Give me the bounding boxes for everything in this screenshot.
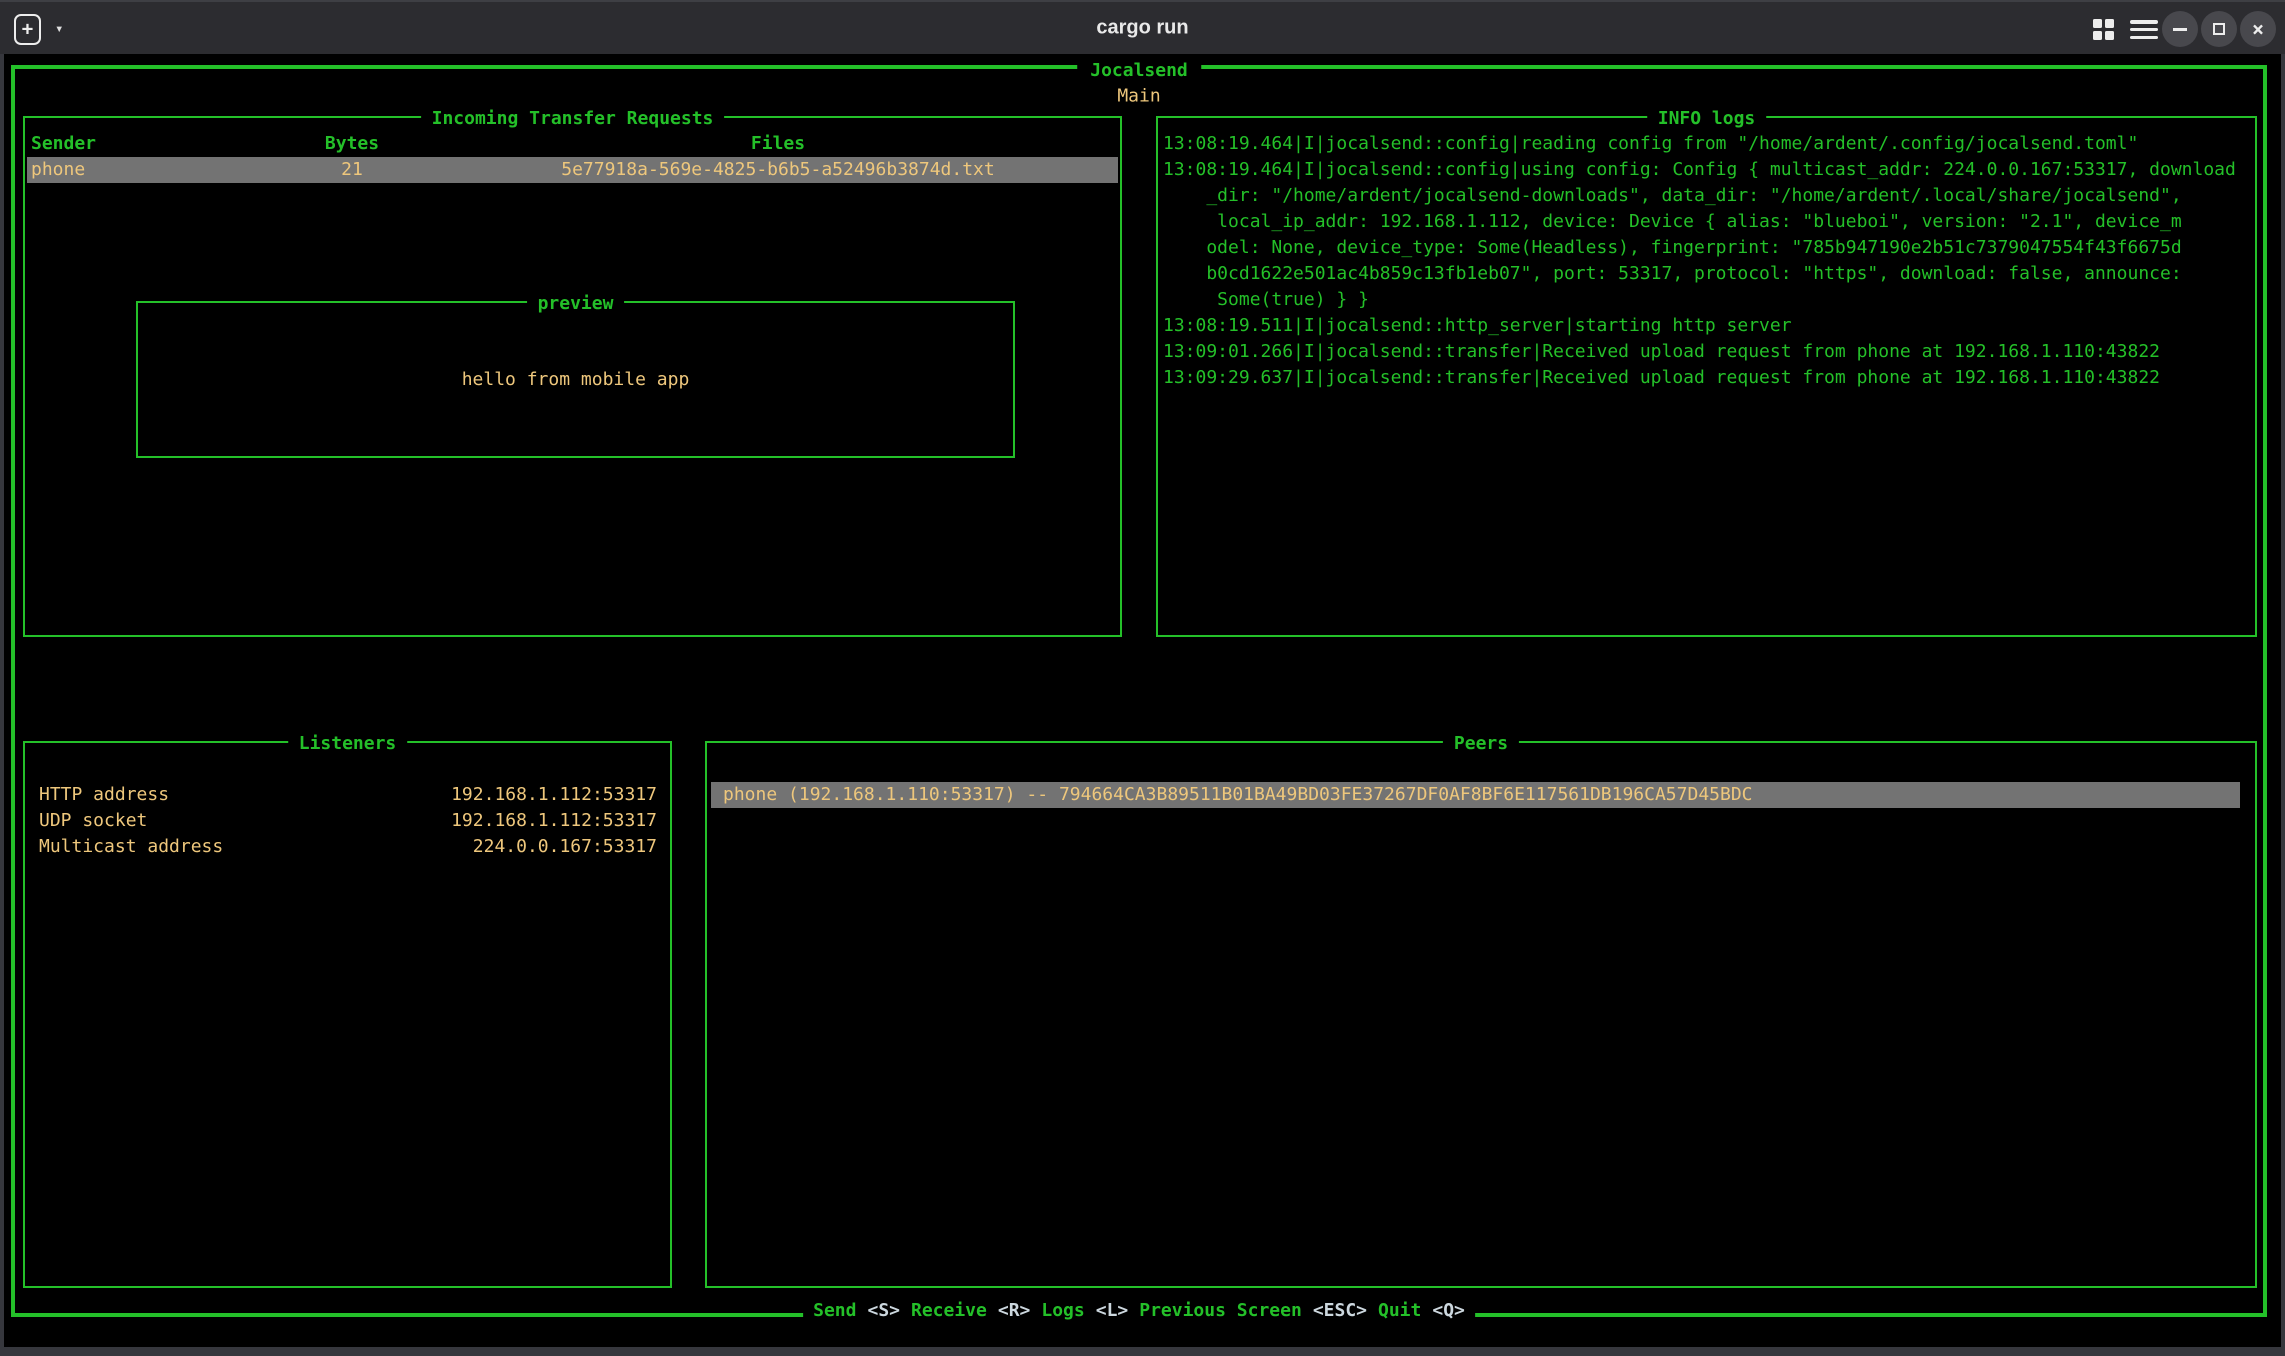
quit-action[interactable]: Quit [1378,1300,1421,1321]
listener-label: Multicast address [39,834,223,860]
column-header-files: Files [382,131,1118,157]
hamburger-menu-icon[interactable] [2130,20,2158,39]
receive-key-hint[interactable]: <R> [998,1300,1031,1321]
log-line: 13:09:01.266|I|jocalsend::transfer|Recei… [1163,339,2255,365]
log-line: odel: None, device_type: Some(Headless),… [1163,235,2255,261]
titlebar-left-controls: + ▾ [14,2,63,56]
preview-title: preview [527,293,625,315]
listener-list: HTTP address 192.168.1.112:53317 UDP soc… [25,743,670,860]
log-output: 13:08:19.464|I|jocalsend::config|reading… [1158,118,2255,391]
previous-screen-key-hint[interactable]: <ESC> [1313,1300,1367,1321]
status-bar: Send <S> Receive <R> Logs <L> Previous Screen <… [803,1300,1475,1322]
log-line: Some(true) } } [1163,287,2255,313]
log-line: b0cd1622e501ac4b859c13fb1eb07", port: 53… [1163,261,2255,287]
app-title: Jocalsend [1077,60,1201,82]
tab-overview-icon[interactable] [2093,19,2114,40]
panel-incoming-transfer-requests: Incoming Transfer Requests Sender Bytes … [23,116,1122,637]
column-header-sender: Sender [27,131,322,157]
terminal-screen: Jocalsend Main Send <S> Receive <R> Logs <L> P… [0,54,2285,1356]
maximize-button[interactable] [2201,11,2237,47]
listeners-panel-title: Listeners [288,733,408,755]
log-line: 13:08:19.464|I|jocalsend::config|using c… [1163,157,2255,183]
log-line: 13:08:19.511|I|jocalsend::http_server|st… [1163,313,2255,339]
chevron-down-icon[interactable]: ▾ [55,21,63,37]
logs-panel-title: INFO logs [1647,108,1767,130]
row-bytes: 21 [322,157,382,183]
log-line: local_ip_addr: 192.168.1.112, device: De… [1163,209,2255,235]
receive-action[interactable]: Receive [911,1300,987,1321]
new-tab-button[interactable]: + [14,14,41,45]
titlebar: + ▾ cargo run × [0,0,2285,54]
listener-value: 192.168.1.112:53317 [451,808,657,834]
panel-info-logs: INFO logs 13:08:19.464|I|jocalsend::conf… [1156,116,2257,637]
screen-name: Main [1117,86,1160,107]
list-item[interactable]: phone (192.168.1.110:53317) -- 794664CA3… [711,782,2240,808]
preview-box: preview hello from mobile app [136,301,1015,458]
window-title: cargo run [1096,17,1188,40]
row-sender: phone [27,157,322,183]
logs-key-hint[interactable]: <L> [1096,1300,1129,1321]
panel-peers: Peers phone (192.168.1.110:53317) -- 794… [705,741,2257,1288]
preview-content: hello from mobile app [462,369,690,390]
listener-value: 192.168.1.112:53317 [451,782,657,808]
list-item: HTTP address 192.168.1.112:53317 [39,782,657,808]
plus-icon: + [22,20,33,39]
log-line: 13:09:29.637|I|jocalsend::transfer|Recei… [1163,365,2255,391]
send-action[interactable]: Send [813,1300,856,1321]
close-icon: × [2252,19,2264,39]
maximize-icon [2213,23,2225,35]
quit-key-hint[interactable]: <Q> [1432,1300,1465,1321]
column-header-bytes: Bytes [322,131,382,157]
listener-label: UDP socket [39,808,147,834]
listener-label: HTTP address [39,782,169,808]
minimize-button[interactable] [2162,11,2198,47]
list-item: Multicast address 224.0.0.167:53317 [39,834,657,860]
panel-listeners: Listeners HTTP address 192.168.1.112:533… [23,741,672,1288]
list-item: UDP socket 192.168.1.112:53317 [39,808,657,834]
logs-action[interactable]: Logs [1041,1300,1084,1321]
log-line: 13:08:19.464|I|jocalsend::config|reading… [1163,131,2255,157]
previous-screen-action[interactable]: Previous Screen [1139,1300,1302,1321]
send-key-hint[interactable]: <S> [867,1300,900,1321]
incoming-panel-title: Incoming Transfer Requests [421,108,725,130]
listener-value: 224.0.0.167:53317 [473,834,657,860]
log-line: _dir: "/home/ardent/jocalsend-downloads"… [1163,183,2255,209]
peers-panel-title: Peers [1443,733,1519,755]
table-row[interactable]: phone 21 5e77918a-569e-4825-b6b5-a52496b… [27,157,1118,183]
minimize-icon [2173,28,2187,31]
close-button[interactable]: × [2240,11,2276,47]
table-header: Sender Bytes Files [27,131,1118,157]
row-files: 5e77918a-569e-4825-b6b5-a52496b3874d.txt [382,157,1118,183]
